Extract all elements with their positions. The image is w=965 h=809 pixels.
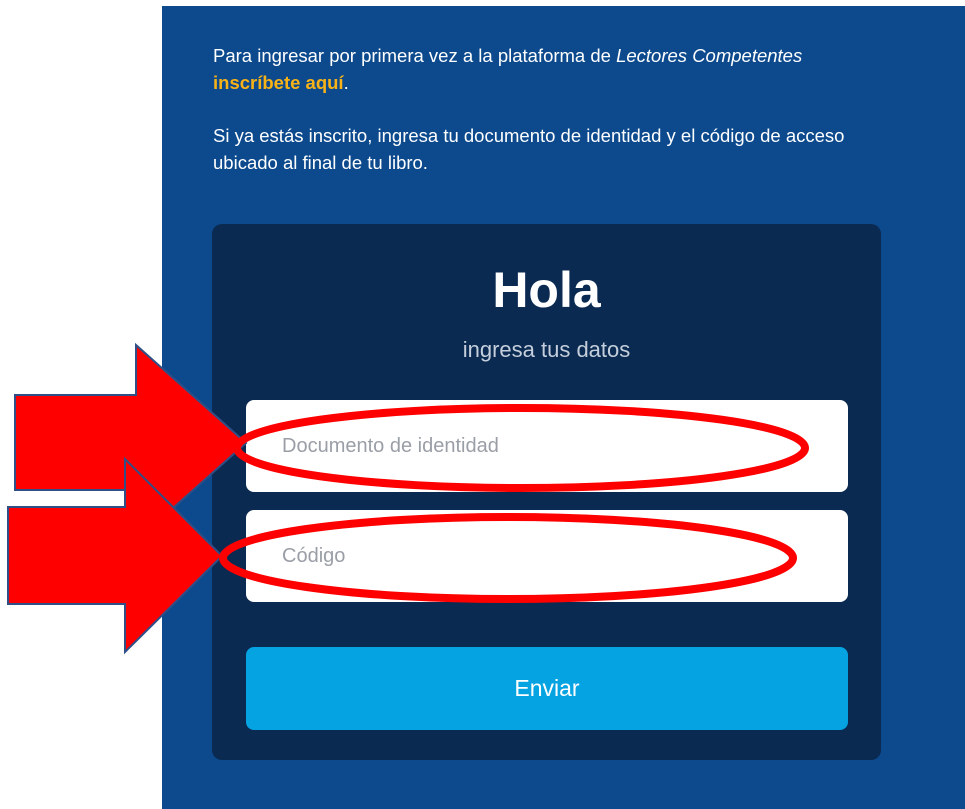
submit-button[interactable]: Enviar <box>246 647 848 730</box>
returning-user-instructions: Si ya estás inscrito, ingresa tu documen… <box>213 125 845 173</box>
platform-name: Lectores Competentes <box>616 45 803 66</box>
page: Para ingresar por primera vez a la plata… <box>0 0 965 809</box>
access-code-input[interactable] <box>246 510 848 602</box>
document-id-input[interactable] <box>246 400 848 492</box>
card-title: Hola <box>492 262 601 318</box>
first-time-instructions: Para ingresar por primera vez a la plata… <box>213 42 863 96</box>
register-link[interactable]: inscríbete aquí <box>213 72 344 93</box>
card-subtitle: ingresa tus datos <box>462 337 631 362</box>
intro-text: Para ingresar por primera vez a la plata… <box>213 45 617 66</box>
intro-period: . <box>343 72 349 93</box>
